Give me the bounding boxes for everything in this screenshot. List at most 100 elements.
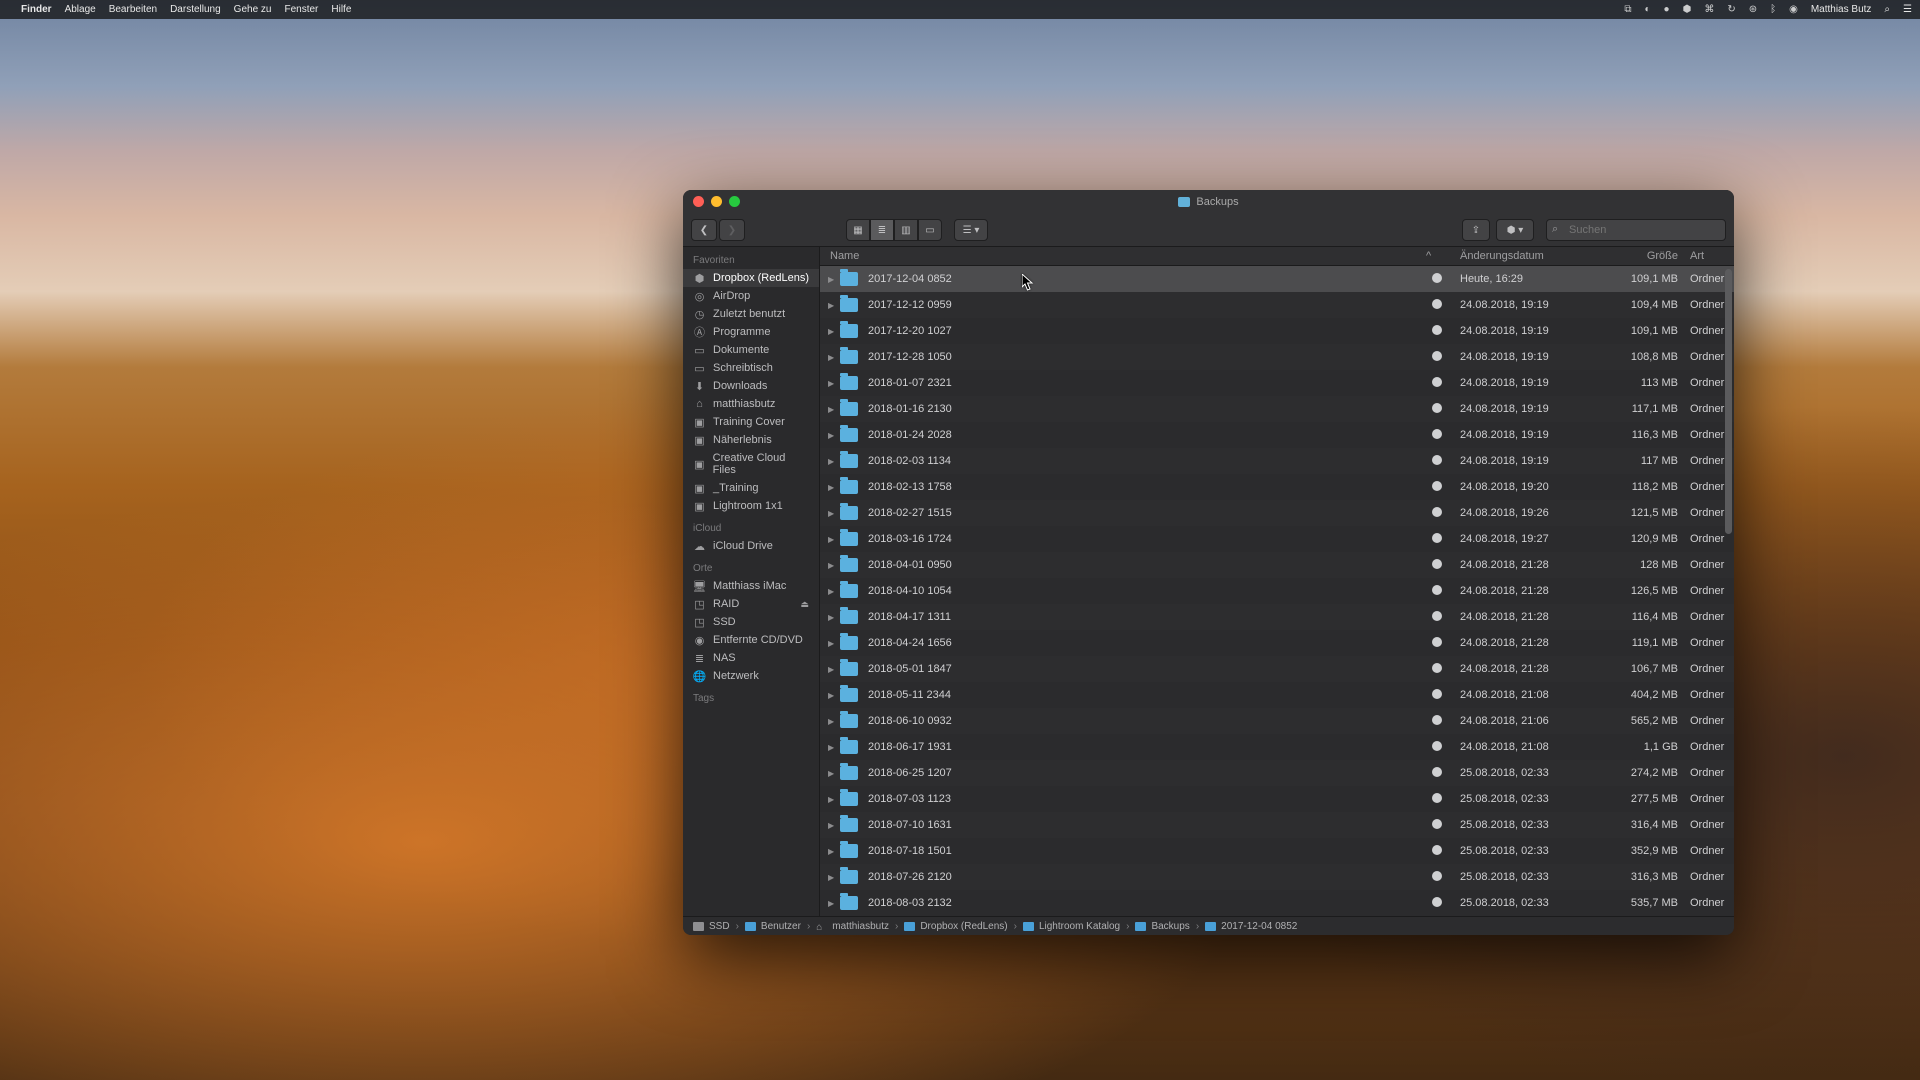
sidebar-item[interactable]: 🌐Netzwerk bbox=[683, 667, 819, 685]
table-row[interactable]: ▶2018-04-17 131124.08.2018, 21:28116,4 M… bbox=[820, 604, 1734, 630]
disclosure-triangle-icon[interactable]: ▶ bbox=[828, 847, 836, 856]
menubar-item[interactable]: Gehe zu bbox=[234, 4, 272, 15]
sidebar-item[interactable]: ☁iCloud Drive bbox=[683, 537, 819, 555]
menubar-app-name[interactable]: Finder bbox=[21, 4, 52, 15]
view-columns-button[interactable]: ▥ bbox=[894, 219, 918, 241]
table-row[interactable]: ▶2018-02-27 151524.08.2018, 19:26121,5 M… bbox=[820, 500, 1734, 526]
sidebar-item[interactable]: ▭Schreibtisch bbox=[683, 359, 819, 377]
sidebar-item[interactable]: 🖥Matthiass iMac bbox=[683, 577, 819, 595]
disclosure-triangle-icon[interactable]: ▶ bbox=[828, 691, 836, 700]
sidebar-item[interactable]: ▭Dokumente bbox=[683, 341, 819, 359]
sync-icon[interactable]: ↻ bbox=[1727, 4, 1735, 15]
column-name[interactable]: Name bbox=[820, 250, 1420, 262]
table-row[interactable]: ▶2017-12-12 095924.08.2018, 19:19109,4 M… bbox=[820, 292, 1734, 318]
table-row[interactable]: ▶2018-06-17 193124.08.2018, 21:081,1 GBO… bbox=[820, 734, 1734, 760]
bt-icon[interactable]: ᛒ bbox=[1770, 4, 1776, 15]
column-kind[interactable]: Art bbox=[1684, 250, 1734, 262]
column-cloud[interactable]: ^ bbox=[1420, 250, 1454, 262]
cc-icon[interactable]: ⌘ bbox=[1704, 4, 1714, 15]
disclosure-triangle-icon[interactable]: ▶ bbox=[828, 613, 836, 622]
disclosure-triangle-icon[interactable]: ▶ bbox=[828, 405, 836, 414]
sidebar-item[interactable]: ◎AirDrop bbox=[683, 287, 819, 305]
search-input[interactable] bbox=[1546, 219, 1726, 241]
table-row[interactable]: ▶2018-08-03 213225.08.2018, 02:33535,7 M… bbox=[820, 890, 1734, 916]
table-row[interactable]: ▶2018-07-03 112325.08.2018, 02:33277,5 M… bbox=[820, 786, 1734, 812]
disclosure-triangle-icon[interactable]: ▶ bbox=[828, 717, 836, 726]
disclosure-triangle-icon[interactable]: ▶ bbox=[828, 535, 836, 544]
user-icon[interactable]: ◉ bbox=[1789, 4, 1798, 15]
table-row[interactable]: ▶2018-01-24 202824.08.2018, 19:19116,3 M… bbox=[820, 422, 1734, 448]
sidebar-item[interactable]: ◳RAID⏏ bbox=[683, 595, 819, 613]
disclosure-triangle-icon[interactable]: ▶ bbox=[828, 301, 836, 310]
sidebar-item[interactable]: ▣Lightroom 1x1 bbox=[683, 497, 819, 515]
sidebar-item[interactable]: ◷Zuletzt benutzt bbox=[683, 305, 819, 323]
eject-icon[interactable]: ⏏ bbox=[800, 599, 809, 610]
table-row[interactable]: ▶2018-05-01 184724.08.2018, 21:28106,7 M… bbox=[820, 656, 1734, 682]
menubar-item[interactable]: Bearbeiten bbox=[109, 4, 157, 15]
disclosure-triangle-icon[interactable]: ▶ bbox=[828, 587, 836, 596]
menubar-item[interactable]: Darstellung bbox=[170, 4, 221, 15]
table-row[interactable]: ▶2018-02-13 175824.08.2018, 19:20118,2 M… bbox=[820, 474, 1734, 500]
table-row[interactable]: ▶2018-07-10 163125.08.2018, 02:33316,4 M… bbox=[820, 812, 1734, 838]
disclosure-triangle-icon[interactable]: ▶ bbox=[828, 431, 836, 440]
disclosure-triangle-icon[interactable]: ▶ bbox=[828, 561, 836, 570]
table-row[interactable]: ▶2018-07-18 150125.08.2018, 02:33352,9 M… bbox=[820, 838, 1734, 864]
column-size[interactable]: Größe bbox=[1598, 250, 1684, 262]
disclosure-triangle-icon[interactable]: ▶ bbox=[828, 769, 836, 778]
table-row[interactable]: ▶2018-04-10 105424.08.2018, 21:28126,5 M… bbox=[820, 578, 1734, 604]
sidebar-item[interactable]: ≣NAS bbox=[683, 649, 819, 667]
table-row[interactable]: ▶2018-06-10 093224.08.2018, 21:06565,2 M… bbox=[820, 708, 1734, 734]
table-row[interactable]: ▶2017-12-04 0852Heute, 16:29109,1 MBOrdn… bbox=[820, 266, 1734, 292]
disclosure-triangle-icon[interactable]: ▶ bbox=[828, 873, 836, 882]
sidebar-item[interactable]: ▣Näherlebnis bbox=[683, 431, 819, 449]
minimize-button[interactable] bbox=[711, 196, 722, 207]
breadcrumb-item[interactable]: ⌂matthiasbutz bbox=[816, 921, 889, 932]
scrollbar-thumb[interactable] bbox=[1725, 269, 1732, 534]
disclosure-triangle-icon[interactable]: ▶ bbox=[828, 483, 836, 492]
table-row[interactable]: ▶2018-04-24 165624.08.2018, 21:28119,1 M… bbox=[820, 630, 1734, 656]
notification-center-icon[interactable]: ☰ bbox=[1903, 4, 1912, 15]
screen-record-icon[interactable]: ⧉ bbox=[1624, 4, 1631, 15]
disclosure-triangle-icon[interactable]: ▶ bbox=[828, 327, 836, 336]
window-titlebar[interactable]: Backups bbox=[683, 190, 1734, 214]
share-button[interactable]: ⇪ bbox=[1462, 219, 1490, 241]
breadcrumb-item[interactable]: 2017-12-04 0852 bbox=[1205, 921, 1297, 932]
breadcrumb-item[interactable]: SSD bbox=[693, 921, 730, 932]
menubar-username[interactable]: Matthias Butz bbox=[1811, 4, 1872, 15]
view-icon-button[interactable]: ▦ bbox=[846, 219, 870, 241]
disclosure-triangle-icon[interactable]: ▶ bbox=[828, 275, 836, 284]
close-button[interactable] bbox=[693, 196, 704, 207]
table-row[interactable]: ▶2018-03-16 172424.08.2018, 19:27120,9 M… bbox=[820, 526, 1734, 552]
table-row[interactable]: ▶2017-12-28 105024.08.2018, 19:19108,8 M… bbox=[820, 344, 1734, 370]
table-row[interactable]: ▶2018-07-26 212025.08.2018, 02:33316,3 M… bbox=[820, 864, 1734, 890]
drop-icon[interactable]: ● bbox=[1664, 4, 1670, 15]
view-list-button[interactable]: ≣ bbox=[870, 219, 894, 241]
sidebar-item[interactable]: ⬇Downloads bbox=[683, 377, 819, 395]
oval-icon[interactable]: ◐ bbox=[1644, 4, 1650, 15]
disclosure-triangle-icon[interactable]: ▶ bbox=[828, 509, 836, 518]
table-row[interactable]: ▶2018-01-16 213024.08.2018, 19:19117,1 M… bbox=[820, 396, 1734, 422]
forward-button[interactable]: ❯ bbox=[719, 219, 745, 241]
disclosure-triangle-icon[interactable]: ▶ bbox=[828, 639, 836, 648]
disclosure-triangle-icon[interactable]: ▶ bbox=[828, 821, 836, 830]
column-date[interactable]: Änderungsdatum bbox=[1454, 250, 1598, 262]
table-row[interactable]: ▶2017-12-20 102724.08.2018, 19:19109,1 M… bbox=[820, 318, 1734, 344]
view-gallery-button[interactable]: ▭ bbox=[918, 219, 942, 241]
table-row[interactable]: ▶2018-06-25 120725.08.2018, 02:33274,2 M… bbox=[820, 760, 1734, 786]
sidebar-item[interactable]: ⬢Dropbox (RedLens) bbox=[683, 269, 819, 287]
arrange-button[interactable]: ☰ ▾ bbox=[954, 219, 988, 241]
menubar-item[interactable]: Hilfe bbox=[331, 4, 351, 15]
table-row[interactable]: ▶2018-04-01 095024.08.2018, 21:28128 MBO… bbox=[820, 552, 1734, 578]
disclosure-triangle-icon[interactable]: ▶ bbox=[828, 353, 836, 362]
sidebar-item[interactable]: ⒶProgramme bbox=[683, 323, 819, 341]
breadcrumb-item[interactable]: Backups bbox=[1135, 921, 1189, 932]
breadcrumb-item[interactable]: Dropbox (RedLens) bbox=[904, 921, 1007, 932]
disclosure-triangle-icon[interactable]: ▶ bbox=[828, 665, 836, 674]
sidebar-item[interactable]: ▣Training Cover bbox=[683, 413, 819, 431]
sidebar-item[interactable]: ⌂matthiasbutz bbox=[683, 395, 819, 413]
dropbox-button[interactable]: ⬢ ▾ bbox=[1496, 219, 1534, 241]
menubar-item[interactable]: Fenster bbox=[284, 4, 318, 15]
breadcrumb-item[interactable]: Benutzer bbox=[745, 921, 801, 932]
sidebar-item[interactable]: ◳SSD bbox=[683, 613, 819, 631]
zoom-button[interactable] bbox=[729, 196, 740, 207]
